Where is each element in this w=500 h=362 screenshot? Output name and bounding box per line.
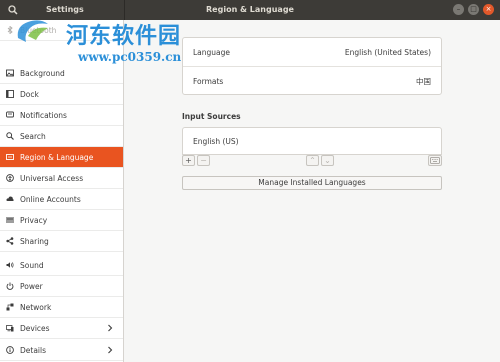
sidebar-item-universal-access[interactable]: Universal Access — [0, 168, 123, 189]
keyboard-layout-button[interactable] — [428, 155, 442, 166]
sidebar-item-power[interactable]: Power — [0, 276, 123, 297]
input-source-row[interactable]: English (US) — [183, 128, 441, 155]
power-icon — [6, 282, 14, 290]
sidebar-item-dock[interactable]: Dock — [0, 84, 123, 105]
language-value: English (United States) — [344, 47, 431, 57]
sidebar-item-label: Network — [20, 302, 52, 312]
sidebar-item-label: Bluetooth — [20, 25, 57, 35]
universal-access-icon — [6, 174, 14, 182]
add-input-source-button[interactable]: + — [182, 155, 195, 166]
window-controls: – □ × — [453, 4, 494, 15]
sidebar-item-label: Universal Access — [20, 173, 84, 183]
header-bar: Settings Region & Language – □ × — [0, 0, 500, 20]
network-icon — [6, 303, 14, 311]
sidebar-item-label: Online Accounts — [20, 194, 81, 204]
sidebar-item-privacy[interactable]: Privacy — [0, 210, 123, 231]
details-icon — [6, 346, 14, 354]
chevron-right-icon — [108, 346, 113, 354]
sidebar-item-notifications[interactable]: Notifications — [0, 105, 123, 126]
sidebar-item-label: Dock — [20, 89, 39, 99]
sidebar-item-label: Region & Language — [20, 152, 94, 162]
region-icon — [6, 154, 14, 160]
notifications-icon — [6, 111, 14, 118]
sidebar-item-devices[interactable]: Devices — [0, 318, 123, 339]
sharing-icon — [6, 237, 14, 245]
sidebar-item-label: Notifications — [20, 110, 67, 120]
language-formats-panel: Language English (United States) Formats… — [182, 37, 442, 95]
language-row[interactable]: Language English (United States) — [183, 38, 441, 66]
search-icon — [6, 132, 14, 140]
sidebar-item-sound[interactable]: Sound — [0, 255, 123, 276]
input-sources-list: English (US) — [182, 127, 442, 155]
dock-icon — [6, 90, 14, 98]
maximize-button[interactable]: □ — [468, 4, 479, 15]
close-icon: × — [485, 5, 492, 13]
move-up-button[interactable]: ⌃ — [306, 155, 319, 166]
sidebar-item-label: Power — [20, 281, 43, 291]
sidebar: Bluetooth Background Dock Notifications … — [0, 20, 124, 362]
formats-label: Formats — [193, 76, 224, 86]
sidebar-item-label: Details — [20, 345, 47, 355]
devices-icon — [6, 325, 14, 332]
sound-icon — [6, 262, 14, 268]
sidebar-item-label: Privacy — [20, 215, 48, 225]
sidebar-item-background[interactable]: Background — [0, 63, 123, 84]
bluetooth-icon — [7, 26, 13, 34]
input-sources-title: Input Sources — [182, 112, 241, 121]
sidebar-item-label: Background — [20, 68, 65, 78]
sidebar-item-region-language[interactable]: Region & Language — [0, 147, 123, 168]
move-down-button[interactable]: ⌄ — [321, 155, 334, 166]
privacy-icon — [6, 217, 14, 223]
sidebar-item-bluetooth[interactable]: Bluetooth — [0, 20, 123, 41]
sidebar-item-label: Sound — [20, 260, 44, 270]
sidebar-item-details[interactable]: Details — [0, 340, 123, 361]
manage-installed-languages-button[interactable]: Manage Installed Languages — [182, 176, 442, 190]
formats-value: 中国 — [416, 76, 431, 86]
sidebar-item-sharing[interactable]: Sharing — [0, 231, 123, 252]
online-accounts-icon — [6, 196, 14, 201]
sidebar-item-label: Sharing — [20, 236, 49, 246]
maximize-icon: □ — [470, 5, 477, 13]
minimize-button[interactable]: – — [453, 4, 464, 15]
close-button[interactable]: × — [483, 4, 494, 15]
minimize-icon: – — [456, 5, 461, 13]
panel-title: Region & Language — [206, 5, 294, 14]
sidebar-item-online-accounts[interactable]: Online Accounts — [0, 189, 123, 210]
sidebar-item-label: Devices — [20, 323, 50, 333]
background-icon — [6, 69, 14, 77]
formats-row[interactable]: Formats 中国 — [183, 67, 441, 95]
chevron-right-icon — [108, 324, 113, 332]
keyboard-icon — [430, 157, 440, 164]
language-label: Language — [193, 47, 231, 57]
remove-input-source-button[interactable]: − — [197, 155, 210, 166]
sidebar-item-network[interactable]: Network — [0, 297, 123, 318]
sidebar-item-label: Search — [20, 131, 46, 141]
sidebar-item-search[interactable]: Search — [0, 126, 123, 147]
input-source-label: English (US) — [193, 137, 239, 146]
